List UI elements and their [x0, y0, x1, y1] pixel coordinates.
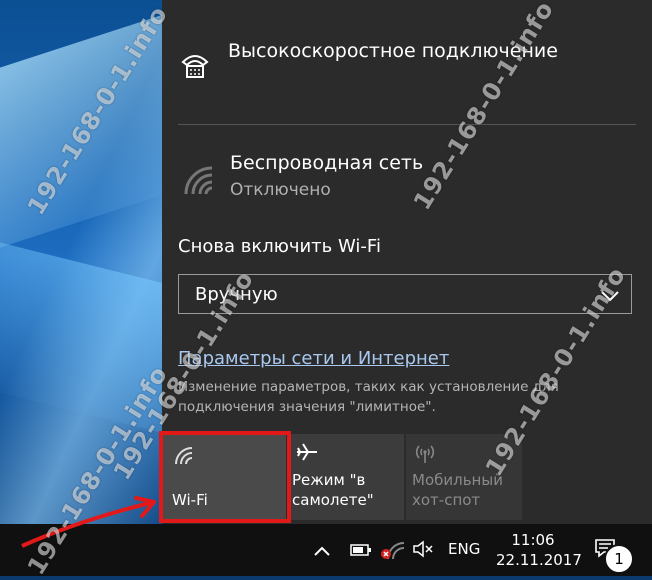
network-settings-description: Изменение параметров, таких как установл…	[178, 379, 559, 415]
dialup-icon	[180, 52, 210, 84]
hotspot-icon	[414, 442, 436, 468]
airplane-mode-tile[interactable]: Режим "в самолете"	[288, 434, 404, 520]
wireless-network-status: Отключено	[230, 180, 331, 200]
clock[interactable]: 11:06 22.11.2017	[496, 530, 582, 570]
notification-count-badge: 1	[604, 544, 634, 574]
chevron-up-icon[interactable]	[314, 542, 330, 561]
battery-icon[interactable]	[350, 542, 372, 561]
clock-time: 11:06	[511, 531, 555, 549]
network-settings-link[interactable]: Параметры сети и Интернет	[178, 348, 449, 369]
airplane-tile-label: Режим "в самолете"	[292, 471, 374, 509]
wireless-network-name[interactable]: Беспроводная сеть	[230, 152, 423, 174]
reenable-wifi-label: Снова включить Wi-Fi	[178, 236, 381, 257]
divider	[178, 124, 636, 125]
clock-date: 22.11.2017	[496, 551, 582, 569]
highlight-frame	[159, 431, 291, 523]
network-disconnected-icon[interactable]	[380, 538, 406, 564]
language-indicator[interactable]: ENG	[448, 540, 480, 558]
airplane-icon	[296, 442, 318, 466]
speaker-muted-icon[interactable]	[412, 540, 434, 562]
wifi-disabled-icon	[182, 164, 216, 202]
